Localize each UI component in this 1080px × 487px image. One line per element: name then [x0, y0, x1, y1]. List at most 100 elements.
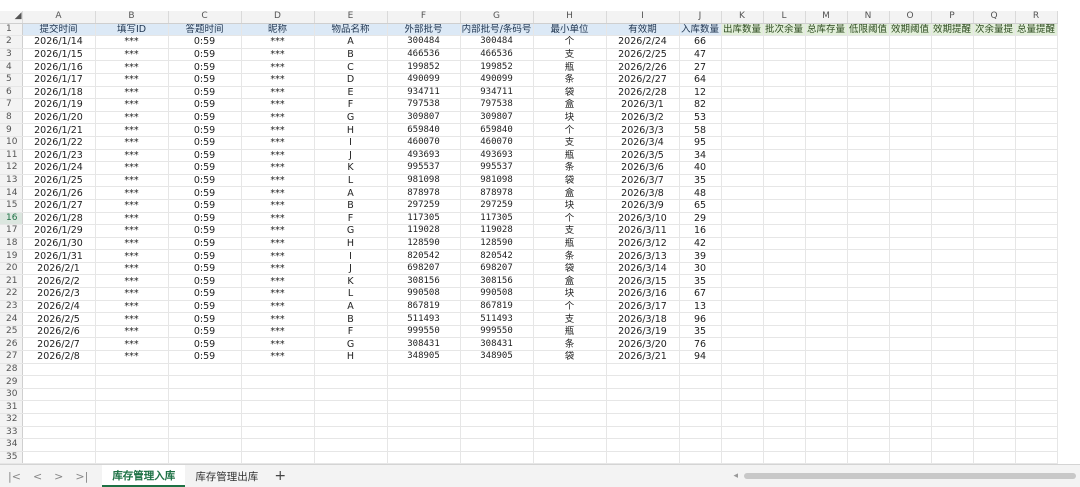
empty-cell[interactable] [763, 237, 806, 251]
empty-cell[interactable] [721, 199, 764, 213]
data-cell[interactable]: 2026/1/31 [22, 249, 96, 263]
empty-cell[interactable] [679, 413, 722, 427]
empty-cell[interactable] [973, 363, 1016, 377]
data-cell[interactable]: 支 [533, 224, 607, 238]
data-cell[interactable]: 867819 [387, 300, 461, 314]
empty-cell[interactable] [931, 375, 974, 389]
column-header-r[interactable]: R [1015, 11, 1058, 24]
data-cell[interactable]: 2026/1/20 [22, 111, 96, 125]
empty-cell[interactable] [889, 186, 932, 200]
data-cell[interactable]: B [314, 312, 388, 326]
empty-cell[interactable] [533, 451, 607, 465]
empty-cell[interactable] [763, 438, 806, 452]
data-cell[interactable]: *** [241, 337, 315, 352]
empty-cell[interactable] [721, 73, 764, 87]
empty-cell[interactable] [763, 86, 806, 100]
empty-cell[interactable] [973, 413, 1016, 427]
header-cell[interactable]: 效期阈值 [889, 23, 932, 37]
empty-cell[interactable] [721, 136, 764, 150]
data-cell[interactable]: 308156 [387, 274, 461, 289]
data-cell[interactable]: I [314, 249, 388, 263]
empty-cell[interactable] [931, 363, 974, 377]
empty-cell[interactable] [241, 388, 315, 402]
empty-cell[interactable] [721, 111, 764, 125]
empty-cell[interactable] [22, 375, 96, 389]
data-cell[interactable]: 个 [533, 123, 607, 137]
empty-cell[interactable] [805, 400, 848, 414]
empty-cell[interactable] [1015, 375, 1058, 389]
data-cell[interactable]: 34 [679, 149, 722, 163]
empty-cell[interactable] [95, 375, 169, 389]
row-header[interactable]: 5 [0, 73, 23, 87]
empty-cell[interactable] [314, 388, 388, 402]
horizontal-scrollbar[interactable]: ◂ [733, 471, 1080, 481]
empty-cell[interactable] [973, 337, 1016, 352]
empty-cell[interactable] [889, 174, 932, 188]
empty-cell[interactable] [763, 312, 806, 326]
row-header[interactable]: 10 [0, 136, 23, 150]
empty-cell[interactable] [1015, 237, 1058, 251]
empty-cell[interactable] [931, 350, 974, 364]
empty-cell[interactable] [387, 426, 461, 440]
data-cell[interactable]: *** [95, 186, 169, 200]
empty-cell[interactable] [847, 60, 890, 74]
empty-cell[interactable] [973, 438, 1016, 452]
empty-cell[interactable] [1015, 325, 1058, 339]
empty-cell[interactable] [805, 86, 848, 100]
row-header[interactable]: 30 [0, 388, 23, 402]
data-cell[interactable]: 490099 [387, 73, 461, 87]
data-cell[interactable]: 支 [533, 136, 607, 150]
column-header-d[interactable]: D [241, 11, 315, 24]
empty-cell[interactable] [889, 300, 932, 314]
data-cell[interactable]: 0:59 [168, 73, 242, 87]
data-cell[interactable]: 块 [533, 199, 607, 213]
empty-cell[interactable] [889, 48, 932, 62]
empty-cell[interactable] [931, 388, 974, 402]
data-cell[interactable]: *** [241, 123, 315, 137]
column-header-p[interactable]: P [931, 11, 974, 24]
empty-cell[interactable] [889, 375, 932, 389]
empty-cell[interactable] [168, 375, 242, 389]
data-cell[interactable]: *** [241, 149, 315, 163]
empty-cell[interactable] [721, 224, 764, 238]
data-cell[interactable]: 119028 [387, 224, 461, 238]
data-cell[interactable]: 39 [679, 249, 722, 263]
empty-cell[interactable] [805, 149, 848, 163]
row-header[interactable]: 3 [0, 48, 23, 62]
data-cell[interactable]: 308156 [460, 274, 534, 289]
data-cell[interactable]: 117305 [387, 212, 461, 226]
data-cell[interactable]: 990508 [387, 287, 461, 301]
empty-cell[interactable] [931, 161, 974, 175]
data-cell[interactable]: *** [241, 73, 315, 87]
data-cell[interactable]: 300484 [460, 35, 534, 49]
empty-cell[interactable] [931, 186, 974, 200]
row-header[interactable]: 12 [0, 161, 23, 175]
data-cell[interactable]: *** [95, 287, 169, 301]
empty-cell[interactable] [1015, 274, 1058, 289]
data-cell[interactable]: *** [241, 212, 315, 226]
data-cell[interactable]: 0:59 [168, 149, 242, 163]
empty-cell[interactable] [1015, 111, 1058, 125]
data-cell[interactable]: 0:59 [168, 186, 242, 200]
empty-cell[interactable] [973, 249, 1016, 263]
empty-cell[interactable] [931, 60, 974, 74]
data-cell[interactable]: *** [95, 337, 169, 352]
empty-cell[interactable] [973, 426, 1016, 440]
data-cell[interactable]: 995537 [387, 161, 461, 175]
empty-cell[interactable] [847, 438, 890, 452]
data-cell[interactable]: A [314, 186, 388, 200]
empty-cell[interactable] [168, 451, 242, 465]
empty-cell[interactable] [847, 325, 890, 339]
empty-cell[interactable] [763, 249, 806, 263]
empty-cell[interactable] [931, 451, 974, 465]
row-header[interactable]: 21 [0, 274, 23, 289]
empty-cell[interactable] [889, 413, 932, 427]
empty-cell[interactable] [1015, 174, 1058, 188]
data-cell[interactable]: 条 [533, 337, 607, 352]
data-cell[interactable]: 2026/2/28 [606, 86, 680, 100]
header-cell[interactable]: 总库存量 [805, 23, 848, 37]
empty-cell[interactable] [847, 274, 890, 289]
row-header[interactable]: 16 [0, 212, 23, 226]
empty-cell[interactable] [889, 388, 932, 402]
empty-cell[interactable] [1015, 98, 1058, 112]
